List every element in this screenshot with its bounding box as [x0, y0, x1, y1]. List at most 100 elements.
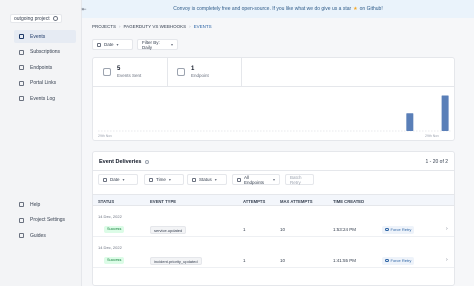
- column-header: TIME CREATED: [333, 198, 365, 204]
- events-icon: [19, 34, 24, 39]
- event-type: incident.priority_updated: [150, 256, 202, 265]
- chevron-down-icon: ▾: [168, 177, 171, 182]
- date-filter[interactable]: Date ▾: [98, 174, 138, 185]
- sidebar-item-events[interactable]: Events: [14, 30, 76, 43]
- chevron-right-icon[interactable]: ›: [446, 257, 448, 263]
- project-name: outgoing project: [14, 15, 50, 22]
- link-icon: [19, 80, 24, 86]
- attempts: 1: [243, 227, 246, 232]
- breadcrumb-project[interactable]: PAGERDUTY VS WEBHOOKS: [124, 24, 187, 29]
- info-icon[interactable]: [144, 160, 149, 164]
- collapse-sidebar-icon[interactable]: ⇤: [80, 6, 88, 14]
- settings-icon: [19, 217, 24, 223]
- status-icon: [192, 177, 196, 182]
- sidebar-item-portal-links[interactable]: Portal Links: [14, 77, 76, 90]
- breadcrumb-separator: ›: [189, 24, 191, 29]
- date-filter[interactable]: Date ▾: [92, 39, 133, 50]
- events-chart-svg: [98, 95, 451, 132]
- clock-icon: [149, 177, 153, 182]
- sidebar-item-events-log[interactable]: Events Log: [14, 92, 76, 105]
- sidebar: outgoing project Events Subscriptions En…: [0, 0, 82, 286]
- github-link[interactable]: on Github!: [360, 6, 383, 12]
- attempts: 1: [243, 258, 246, 263]
- app-root: outgoing project Events Subscriptions En…: [0, 0, 474, 286]
- help-icon: [19, 202, 24, 207]
- guides-icon: [19, 233, 24, 238]
- chevron-down-icon: ▾: [122, 177, 125, 182]
- sidebar-item-label: Endpoints: [30, 64, 53, 71]
- chart-bar[interactable]: [441, 95, 449, 131]
- project-selector[interactable]: outgoing project: [10, 14, 62, 23]
- breadcrumb-current: EVENTS: [193, 24, 212, 29]
- date-filter-label: Date: [104, 42, 114, 47]
- event-type: service.updated: [150, 225, 187, 234]
- chevron-down-icon: ▾: [170, 42, 173, 47]
- force-retry-label: Force Retry: [390, 226, 412, 232]
- column-header: EVENT TYPE: [150, 198, 177, 204]
- column-header: STATUS: [98, 198, 115, 204]
- batch-retry-button[interactable]: Batch Retry: [285, 174, 314, 185]
- force-retry-button[interactable]: Force Retry: [382, 256, 415, 265]
- x-tick-label: 29th Nov: [425, 134, 440, 138]
- chevron-right-icon[interactable]: ›: [446, 226, 448, 232]
- column-header: ATTEMPTS: [243, 198, 266, 204]
- sidebar-item-endpoints[interactable]: Endpoints: [14, 61, 76, 74]
- endpoints-icon: [19, 65, 24, 70]
- filter-by-select[interactable]: Filter By: Daily ▾: [137, 39, 178, 50]
- time-filter-label: Time: [156, 177, 166, 182]
- breadcrumb: PROJECTS › PAGERDUTY VS WEBHOOKS › EVENT…: [92, 24, 212, 29]
- filter-by-label: Filter By: Daily: [142, 39, 160, 50]
- sidebar-nav: Events Subscriptions Endpoints Portal Li…: [14, 30, 76, 108]
- sidebar-item-subscriptions[interactable]: Subscriptions: [14, 46, 76, 59]
- calendar-icon: [103, 177, 107, 182]
- status-filter[interactable]: Status ▾: [187, 174, 227, 185]
- max-attempts: 10: [280, 227, 286, 232]
- sidebar-item-guides[interactable]: Guides: [14, 229, 76, 242]
- refresh-icon: [385, 227, 389, 232]
- log-icon: [19, 96, 24, 101]
- status-badge: Success: [104, 257, 125, 264]
- sidebar-item-help[interactable]: Help: [14, 198, 76, 211]
- sidebar-bottom-nav: Help Project Settings Guides: [14, 198, 76, 245]
- stat-divider: [241, 58, 242, 86]
- sidebar-item-project-settings[interactable]: Project Settings: [14, 214, 76, 227]
- subscriptions-icon: [19, 49, 24, 55]
- gear-icon[interactable]: [52, 16, 58, 21]
- event-deliveries-card: Event Deliveries 1 - 20 of 2 Date ▾ Time…: [92, 151, 455, 286]
- chevron-down-icon: ▾: [116, 42, 119, 47]
- endpoint-label: Endpoint: [191, 73, 209, 78]
- sidebar-item-label: Project Settings: [30, 217, 66, 223]
- time-created: 1:41:55 PM: [333, 258, 357, 263]
- table-row[interactable]: Success service.updated 1 10 1:53:24 PM …: [93, 223, 454, 237]
- force-retry-label: Force Retry: [390, 257, 412, 263]
- group-date: 14 Dec, 2022: [98, 214, 122, 219]
- time-created: 1:53:24 PM: [333, 227, 357, 232]
- endpoint-icon: [237, 177, 241, 182]
- status-badge: Success: [104, 226, 125, 233]
- batch-retry-label: Batch Retry: [290, 174, 302, 185]
- chevron-down-icon: ▾: [272, 177, 275, 182]
- sidebar-item-label: Events: [30, 33, 46, 40]
- events-sent-value: 5: [117, 66, 121, 72]
- force-retry-button[interactable]: Force Retry: [382, 225, 415, 234]
- event-deliveries-heading: Event Deliveries: [99, 159, 142, 165]
- group-date: 14 Dec, 2022: [98, 245, 122, 250]
- endpoint-icon: [177, 68, 185, 76]
- stats-card: 5 Events Sent 1 Endpoint 29th Nov 29th N…: [92, 57, 455, 141]
- breadcrumb-projects[interactable]: PROJECTS: [92, 24, 116, 29]
- sidebar-item-label: Events Log: [30, 95, 56, 102]
- pagination-info: 1 - 20 of 2: [425, 159, 448, 165]
- stat-events-sent: 5 Events Sent: [93, 58, 141, 86]
- sidebar-item-label: Help: [30, 201, 41, 208]
- endpoints-filter[interactable]: All Endpoints ▾: [232, 174, 280, 185]
- announcement-banner: Convoy is completely free and open-sourc…: [82, 0, 474, 18]
- table-row[interactable]: Success incident.priority_updated 1 10 1…: [93, 254, 454, 268]
- max-attempts: 10: [280, 258, 286, 263]
- time-filter[interactable]: Time ▾: [144, 174, 184, 185]
- breadcrumb-separator: ›: [119, 24, 121, 29]
- star-icon: ★: [353, 6, 358, 12]
- banner-text: Convoy is completely free and open-sourc…: [173, 6, 352, 12]
- event-deliveries-title: Event Deliveries: [99, 159, 149, 165]
- chart-bar[interactable]: [406, 113, 414, 131]
- endpoint-value: 1: [191, 66, 195, 72]
